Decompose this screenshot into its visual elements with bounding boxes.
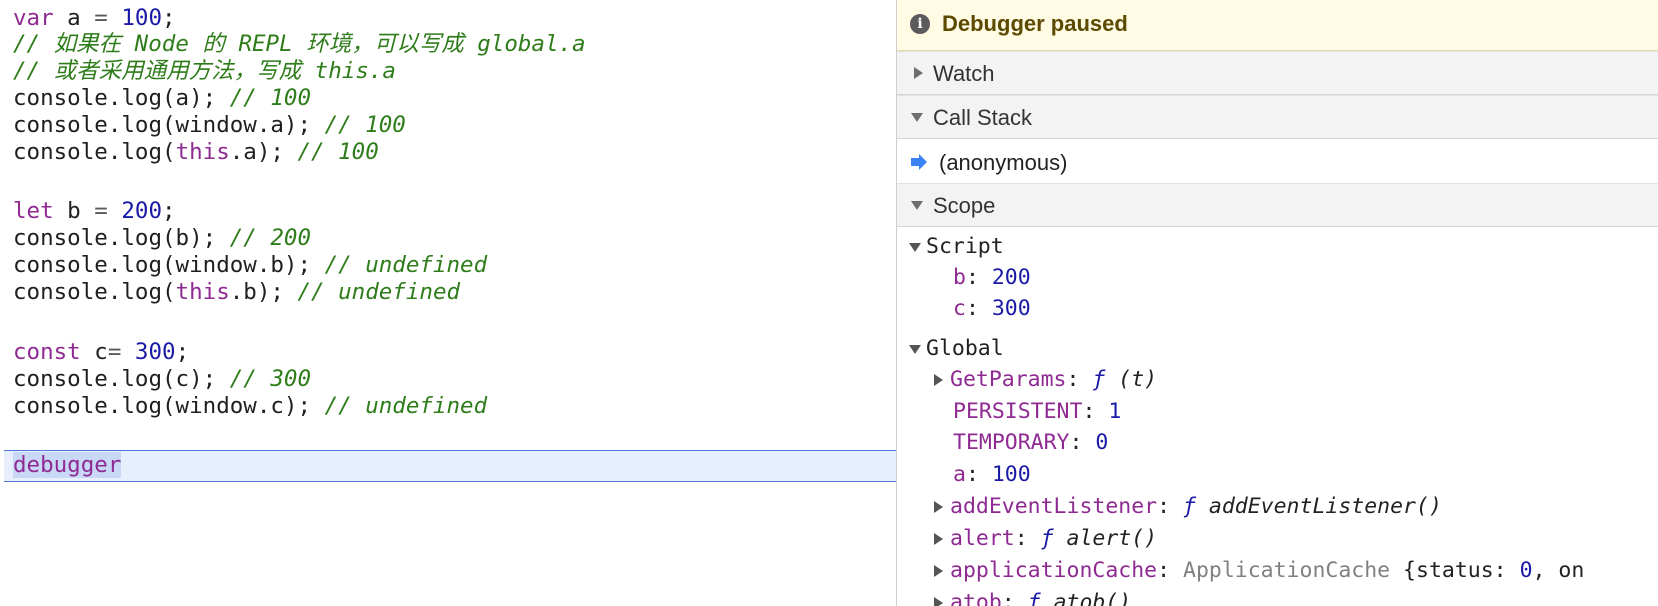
scope-var-b[interactable]: b: 200: [953, 263, 1031, 293]
code-line-13: const c= 300;: [13, 339, 190, 365]
code-line-1: var a = 100;: [13, 5, 176, 31]
scope-pane-header[interactable]: Scope: [897, 183, 1658, 227]
current-frame-arrow-icon: [911, 154, 927, 170]
code-editor[interactable]: var a = 100; // 如果在 Node 的 REPL 环境，可以写成 …: [0, 0, 897, 606]
expand-arrow-icon: [934, 501, 943, 513]
scope-var-c[interactable]: c: 300: [953, 294, 1031, 324]
debugger-paused-banner: i Debugger paused: [897, 0, 1658, 51]
code-line-3: // 或者采用通用方法，写成 this.a: [13, 58, 396, 84]
collapse-arrow-icon: [909, 242, 921, 252]
collapse-arrow-icon: [911, 113, 923, 122]
scope-global-node[interactable]: Global: [909, 334, 1004, 364]
scope-global-item[interactable]: TEMPORARY: 0: [953, 428, 1108, 458]
collapse-arrow-icon: [911, 201, 923, 210]
code-line-11: console.log(this.b); // undefined: [13, 279, 461, 305]
devtools-sources-window: var a = 100; // 如果在 Node 的 REPL 环境，可以写成 …: [0, 0, 1658, 606]
watch-pane-header[interactable]: Watch: [897, 51, 1658, 95]
scope-global-item[interactable]: atob: ƒ atob(): [934, 588, 1131, 606]
scope-global-item[interactable]: a: 100: [953, 460, 1031, 490]
code-line-2: // 如果在 Node 的 REPL 环境，可以写成 global.a: [13, 31, 586, 57]
code-line-5: console.log(window.a); // 100: [13, 112, 406, 138]
scope-script-node[interactable]: Script: [909, 232, 1004, 262]
expand-arrow-icon: [934, 565, 943, 577]
code-line-6: console.log(this.a); // 100: [13, 139, 379, 165]
watch-label: Watch: [933, 61, 995, 86]
code-line-10: console.log(window.b); // undefined: [13, 252, 488, 278]
debugger-sidebar: i Debugger paused Watch Call Stack (anon…: [897, 0, 1658, 606]
call-frame-label: (anonymous): [939, 150, 1068, 175]
expand-arrow-icon: [934, 533, 943, 545]
call-frame-anonymous[interactable]: (anonymous): [897, 139, 1658, 185]
expand-arrow-icon: [934, 374, 943, 386]
info-icon: i: [910, 14, 930, 34]
expand-arrow-icon: [914, 67, 923, 79]
scope-global-item[interactable]: applicationCache: ApplicationCache {stat…: [934, 556, 1584, 586]
scope-global-item[interactable]: PERSISTENT: 1: [953, 397, 1121, 427]
code-line-14: console.log(c); // 300: [13, 366, 312, 392]
scope-global-item[interactable]: alert: ƒ alert(): [934, 524, 1157, 554]
code-line-17: debugger: [13, 452, 122, 478]
scope-global-item[interactable]: GetParams: ƒ (t): [934, 365, 1157, 395]
code-line-8: let b = 200;: [13, 198, 176, 224]
current-execution-line[interactable]: debugger: [4, 450, 896, 482]
call-stack-pane-header[interactable]: Call Stack: [897, 95, 1658, 139]
code-line-9: console.log(b); // 200: [13, 225, 312, 251]
call-stack-label: Call Stack: [933, 105, 1033, 130]
scope-global-item[interactable]: addEventListener: ƒ addEventListener(): [934, 492, 1442, 522]
scope-label: Scope: [933, 193, 996, 218]
paused-message: Debugger paused: [942, 11, 1128, 36]
code-line-15: console.log(window.c); // undefined: [13, 393, 488, 419]
expand-arrow-icon: [934, 597, 943, 606]
code-line-4: console.log(a); // 100: [13, 85, 312, 111]
collapse-arrow-icon: [909, 344, 921, 354]
